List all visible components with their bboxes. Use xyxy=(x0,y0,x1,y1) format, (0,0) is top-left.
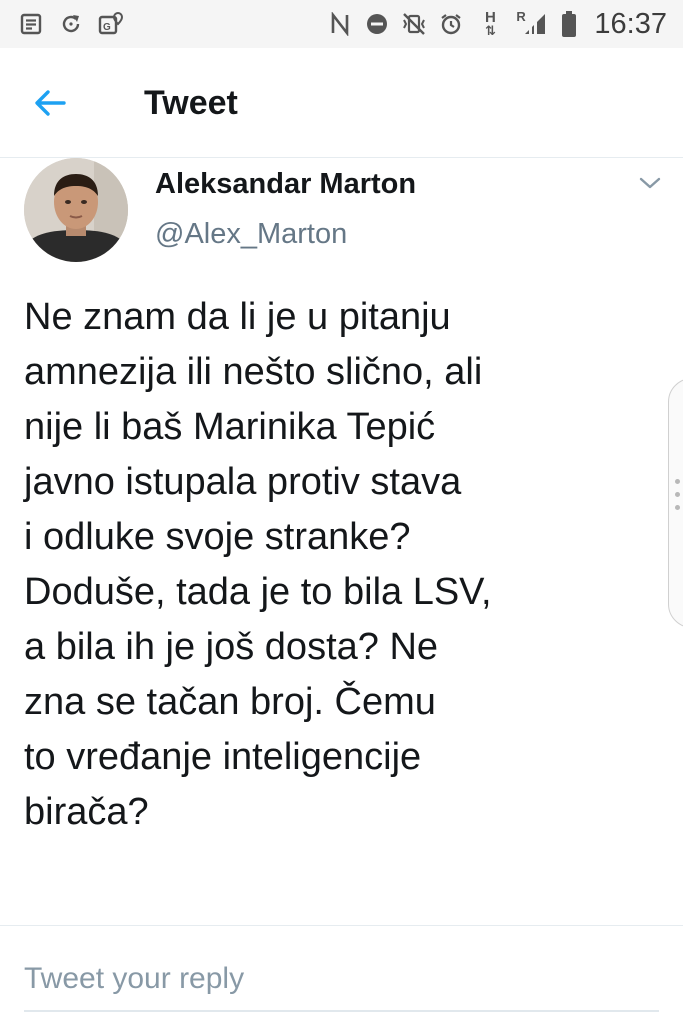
page-title: Tweet xyxy=(144,84,238,122)
data-arrows-glyph: ⇅ xyxy=(484,23,496,38)
avatar[interactable] xyxy=(24,158,128,262)
tweet-author: Aleksandar Marton @Alex_Marton xyxy=(0,158,683,268)
tweet-menu-button[interactable] xyxy=(632,168,668,198)
avatar-photo xyxy=(24,158,128,262)
status-bar-right: H ⇅ R 16:37 xyxy=(327,8,667,41)
roaming-label: R xyxy=(516,9,526,24)
battery-icon xyxy=(561,11,577,37)
status-bar: G H ⇅ R 16:37 xyxy=(0,0,683,48)
reply-bar xyxy=(0,925,683,1024)
sync-icon xyxy=(58,11,84,37)
do-not-disturb-icon xyxy=(364,11,390,37)
nfc-icon xyxy=(327,11,353,37)
chevron-down-icon xyxy=(639,177,661,189)
vibrate-off-icon xyxy=(401,11,427,37)
gallery-location-icon: G xyxy=(98,11,124,37)
back-button[interactable] xyxy=(30,83,70,123)
scroll-grip-dots xyxy=(675,479,680,510)
svg-text:G: G xyxy=(103,22,111,33)
notes-icon xyxy=(18,11,44,37)
author-handle[interactable]: @Alex_Marton xyxy=(155,216,347,252)
reply-input[interactable] xyxy=(24,948,659,1012)
tweet-text: Ne znam da li je u pitanju amnezija ili … xyxy=(24,296,492,833)
data-arrows-icon: H ⇅ xyxy=(475,10,505,38)
signal-icon: R xyxy=(516,9,550,37)
arrow-left-icon xyxy=(35,90,66,116)
app-header: Tweet xyxy=(0,48,683,158)
fast-scroll-handle[interactable] xyxy=(668,378,683,628)
tweet-detail-screen: G H ⇅ R 16:37 Tweet Aleksandar Marton @A… xyxy=(0,0,683,1024)
status-time: 16:37 xyxy=(594,7,667,40)
author-name[interactable]: Aleksandar Marton xyxy=(155,166,416,202)
alarm-icon xyxy=(438,11,464,37)
status-bar-left: G xyxy=(18,11,124,37)
